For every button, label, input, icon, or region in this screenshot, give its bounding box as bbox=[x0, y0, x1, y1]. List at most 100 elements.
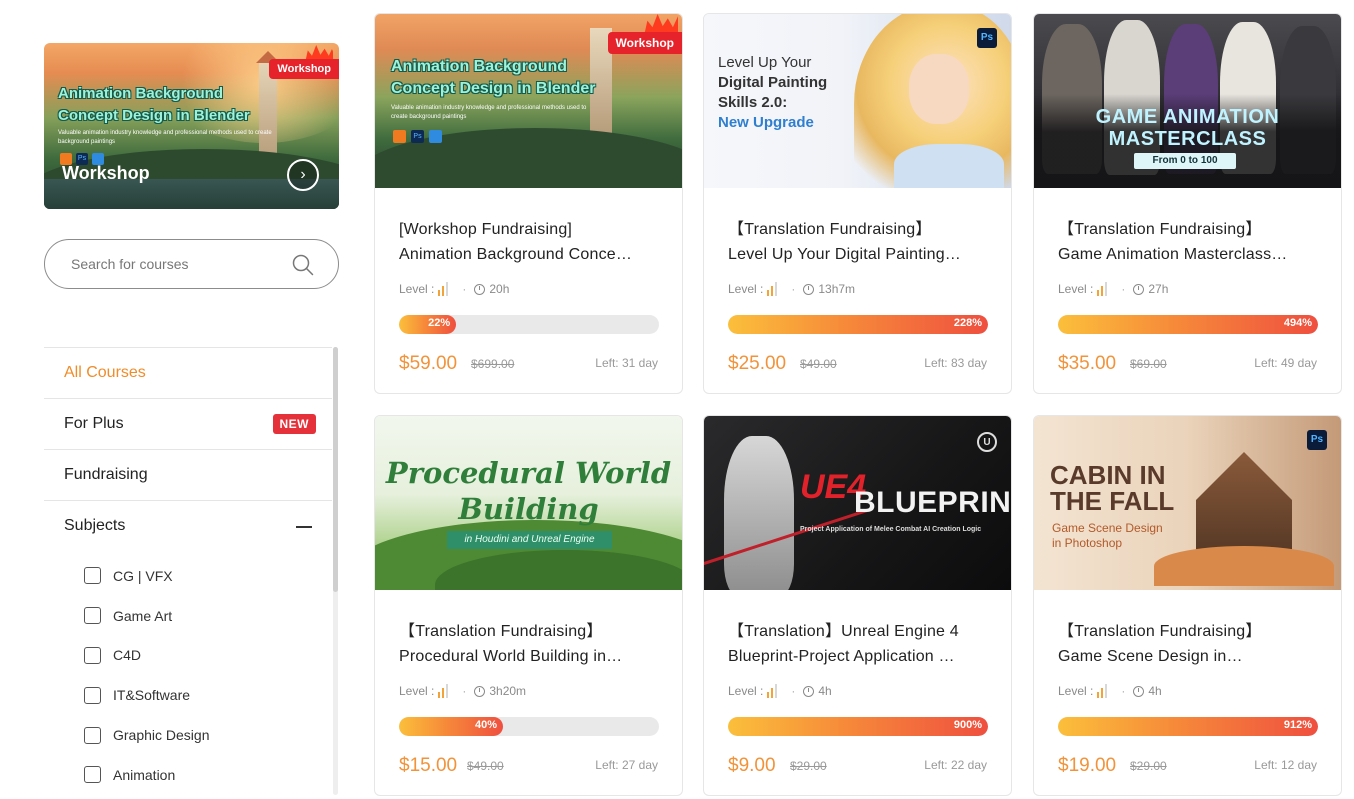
subject-option[interactable]: CG | VFX bbox=[84, 556, 210, 596]
separator-dot: · bbox=[462, 684, 467, 698]
photoshop-icon: Ps bbox=[1307, 430, 1327, 450]
progress-percent: 494% bbox=[1283, 317, 1312, 329]
course-thumbnail[interactable]: GAME ANIMATION MASTERCLASS From 0 to 100 bbox=[1034, 14, 1341, 188]
subject-option[interactable]: Game Art bbox=[84, 596, 210, 636]
course-title[interactable]: 【Translation Fundraising】 Procedural Wor… bbox=[399, 619, 661, 669]
sale-price: $15.00 bbox=[399, 755, 458, 776]
course-card[interactable]: GAME ANIMATION MASTERCLASS From 0 to 100… bbox=[1033, 13, 1342, 394]
nav-label: For Plus bbox=[64, 415, 124, 432]
collapse-minus-icon[interactable] bbox=[296, 526, 312, 528]
subject-label: CG | VFX bbox=[113, 567, 173, 584]
progress-fill: 22% bbox=[399, 315, 457, 334]
robot-illustration bbox=[724, 436, 794, 590]
photoshop-icon: Ps bbox=[411, 130, 424, 143]
course-meta: Level : · 4h bbox=[1058, 684, 1162, 698]
checkbox[interactable] bbox=[84, 726, 101, 744]
checkbox[interactable] bbox=[84, 567, 101, 585]
sale-price: $59.00 bbox=[399, 353, 458, 374]
course-title-line: Game Scene Design in… bbox=[1058, 648, 1243, 665]
checkbox[interactable] bbox=[84, 686, 101, 704]
thumbnail-title: BLUEPRINT bbox=[854, 486, 1011, 519]
subject-filter-list: CG | VFX Game Art C4D IT&Software Graphi… bbox=[84, 556, 210, 795]
course-card[interactable]: Workshop Animation Background Concept De… bbox=[374, 13, 683, 394]
thumbnail-title: Skills 2.0: bbox=[718, 94, 788, 111]
course-title-line: 【Translation Fundraising】 bbox=[1058, 623, 1262, 640]
course-thumbnail[interactable]: U UE4 BLUEPRINT Project Application of M… bbox=[704, 416, 1011, 590]
course-title[interactable]: 【Translation Fundraising】 Level Up Your … bbox=[728, 217, 990, 267]
course-title-line: [Workshop Fundraising] bbox=[399, 221, 573, 238]
progress-fill: 40% bbox=[399, 717, 503, 736]
course-title[interactable]: 【Translation】Unreal Engine 4 Blueprint-P… bbox=[728, 619, 990, 669]
course-title-line: Blueprint-Project Application … bbox=[728, 648, 955, 665]
time-left: Left: 31 day bbox=[595, 356, 658, 370]
course-duration: 13h7m bbox=[818, 282, 856, 296]
time-left: Left: 83 day bbox=[924, 356, 987, 370]
thumbnail-title: GAME ANIMATION bbox=[1095, 106, 1280, 128]
thumbnail-title: THE FALL bbox=[1050, 486, 1175, 516]
course-title[interactable]: 【Translation Fundraising】 Game Animation… bbox=[1058, 217, 1320, 267]
course-thumbnail[interactable]: Level Up Your Digital Painting Skills 2.… bbox=[704, 14, 1011, 188]
course-duration: 4h bbox=[818, 684, 832, 698]
subject-option[interactable]: C4D bbox=[84, 636, 210, 676]
thumbnail-title: Procedural World bbox=[385, 456, 672, 490]
clock-icon bbox=[474, 283, 486, 295]
level-label: Level : bbox=[1058, 684, 1094, 698]
original-price: $699.00 bbox=[471, 357, 515, 371]
course-thumbnail[interactable]: Workshop Animation Background Concept De… bbox=[375, 14, 682, 188]
course-card[interactable]: Ps CABIN IN THE FALL Game Scene Design i… bbox=[1033, 415, 1342, 796]
nav-label: Subjects bbox=[64, 517, 126, 534]
nav-item-fundraising[interactable]: Fundraising bbox=[44, 449, 332, 500]
blender-icon bbox=[393, 130, 406, 143]
course-thumbnail[interactable]: Ps CABIN IN THE FALL Game Scene Design i… bbox=[1034, 416, 1341, 590]
sale-price: $25.00 bbox=[728, 353, 787, 374]
course-title-line: Game Animation Masterclass… bbox=[1058, 246, 1288, 263]
unreal-engine-icon: U bbox=[977, 432, 997, 452]
clock-icon bbox=[474, 685, 486, 697]
level-bars-icon bbox=[438, 282, 449, 296]
fundraising-progress: 40% bbox=[399, 717, 659, 736]
nav-item-for-plus[interactable]: For Plus NEW bbox=[44, 398, 332, 449]
sale-price: $19.00 bbox=[1058, 755, 1117, 776]
app-icon bbox=[429, 130, 442, 143]
clock-icon bbox=[803, 283, 815, 295]
thumbnail-title: Digital Painting bbox=[718, 74, 828, 91]
thumbnail-subtitle: in Photoshop bbox=[1052, 536, 1123, 550]
separator-dot: · bbox=[791, 282, 796, 296]
checkbox[interactable] bbox=[84, 646, 101, 664]
subject-label: C4D bbox=[113, 647, 142, 664]
course-duration: 3h20m bbox=[489, 684, 527, 698]
course-card[interactable]: U UE4 BLUEPRINT Project Application of M… bbox=[703, 415, 1012, 796]
course-title[interactable]: [Workshop Fundraising] Animation Backgro… bbox=[399, 217, 661, 267]
level-label: Level : bbox=[728, 282, 764, 296]
sale-price: $35.00 bbox=[1058, 353, 1117, 374]
progress-fill: 912% bbox=[1058, 717, 1318, 736]
course-thumbnail[interactable]: Procedural World Building in Houdini and… bbox=[375, 416, 682, 590]
subject-option[interactable]: IT&Software bbox=[84, 675, 210, 715]
subject-option[interactable]: Graphic Design bbox=[84, 715, 210, 755]
software-icons: Ps bbox=[393, 130, 442, 143]
progress-percent: 22% bbox=[428, 317, 451, 329]
level-bars-icon bbox=[1097, 282, 1108, 296]
course-card[interactable]: Procedural World Building in Houdini and… bbox=[374, 415, 683, 796]
checkbox[interactable] bbox=[84, 607, 101, 625]
thumbnail-title: MASTERCLASS bbox=[1108, 128, 1267, 150]
course-card[interactable]: Level Up Your Digital Painting Skills 2.… bbox=[703, 13, 1012, 394]
subject-option[interactable]: Animation bbox=[84, 755, 210, 795]
chevron-right-icon[interactable]: › bbox=[287, 159, 319, 191]
workshop-promo-banner[interactable]: Workshop Animation Background Concept De… bbox=[44, 43, 339, 209]
thumbnail-title: Animation Background Concept Design in B… bbox=[391, 58, 596, 97]
sidebar-scrollbar[interactable] bbox=[333, 347, 338, 592]
course-title-line: Animation Background Conce… bbox=[399, 246, 633, 263]
course-title[interactable]: 【Translation Fundraising】 Game Scene Des… bbox=[1058, 619, 1320, 669]
checkbox[interactable] bbox=[84, 766, 101, 784]
separator-dot: · bbox=[791, 684, 796, 698]
progress-percent: 228% bbox=[953, 317, 982, 329]
nav-item-subjects[interactable]: Subjects bbox=[44, 500, 332, 551]
sale-price: $9.00 bbox=[728, 755, 776, 776]
thumbnail-subtitle: Game Scene Design bbox=[1052, 521, 1163, 535]
nav-item-all-courses[interactable]: All Courses bbox=[44, 347, 332, 398]
thumbnail-tag: in Houdini and Unreal Engine bbox=[447, 531, 612, 549]
search-icon[interactable] bbox=[292, 254, 314, 276]
search-input[interactable] bbox=[71, 254, 281, 274]
time-left: Left: 49 day bbox=[1254, 356, 1317, 370]
